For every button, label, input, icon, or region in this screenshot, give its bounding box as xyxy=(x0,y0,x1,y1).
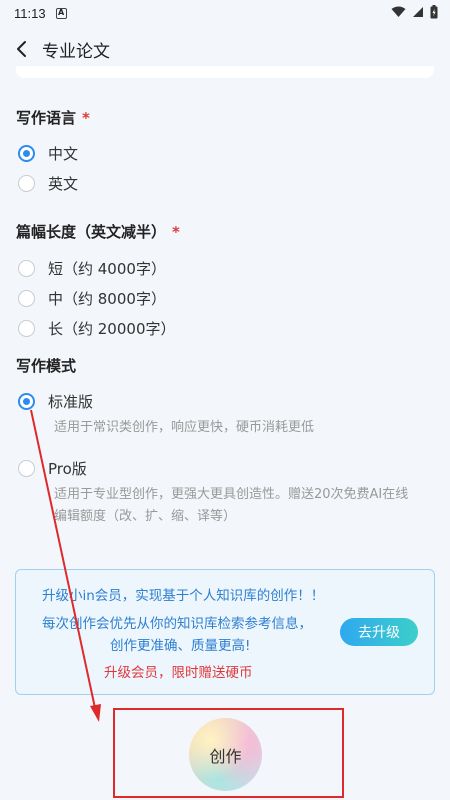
radio-label: 长（约 20000字） xyxy=(48,319,176,338)
radio-label: 中文 xyxy=(48,144,79,163)
mode-section-label: 写作模式 xyxy=(16,357,77,375)
upgrade-benefit-line1: 每次创作会优先从你的知识库检索参考信息， xyxy=(42,616,312,632)
status-time: 11:13 xyxy=(14,5,46,21)
radio-mode-pro[interactable]: Pro版 xyxy=(18,456,87,480)
radio-length-long[interactable]: 长（约 20000字） xyxy=(18,316,176,340)
radio-length-short[interactable]: 短（约 4000字） xyxy=(18,256,166,280)
required-mark: * xyxy=(82,109,90,127)
page-title: 专业论文 xyxy=(42,41,110,62)
radio-checked-icon[interactable] xyxy=(18,392,35,410)
wifi-icon xyxy=(391,6,406,17)
mode-standard-description: 适用于常识类创作，响应更快，硬币消耗更低 xyxy=(54,420,315,435)
upgrade-benefit-line2: 创作更准确、质量更高! xyxy=(110,638,251,654)
radio-checked-icon[interactable] xyxy=(18,144,35,162)
radio-language-english[interactable]: 英文 xyxy=(18,171,78,195)
radio-unchecked-icon[interactable] xyxy=(18,174,35,192)
create-button[interactable]: 创作 xyxy=(189,718,262,791)
status-bar: 11:13 A xyxy=(0,0,450,26)
radio-label: 英文 xyxy=(48,174,79,193)
radio-unchecked-icon[interactable] xyxy=(18,319,35,337)
upgrade-panel: 升级小in会员，实现基于个人知识库的创作！！ 每次创作会优先从你的知识库检索参考… xyxy=(15,569,435,695)
radio-label: Pro版 xyxy=(48,459,87,478)
mode-pro-description-line2: 编辑额度（改、扩、缩、译等） xyxy=(54,509,237,524)
radio-label: 标准版 xyxy=(48,392,94,411)
chevron-left-icon xyxy=(17,41,26,57)
app-notification-icon: A xyxy=(55,7,67,19)
mode-pro-description-line1: 适用于专业型创作，更强大更具创造性。赠送20次免费AI在线 xyxy=(54,487,409,502)
radio-label: 中（约 8000字） xyxy=(48,289,166,308)
radio-unchecked-icon[interactable] xyxy=(18,459,35,477)
radio-mode-standard[interactable]: 标准版 xyxy=(18,389,93,413)
radio-language-chinese[interactable]: 中文 xyxy=(18,141,78,165)
upgrade-headline: 升级小in会员，实现基于个人知识库的创作！！ xyxy=(42,588,325,604)
upgrade-button[interactable]: 去升级 xyxy=(340,618,418,646)
length-section-label: 篇幅长度（英文减半） * xyxy=(16,223,180,241)
battery-icon xyxy=(430,5,438,19)
signal-icon xyxy=(413,7,423,17)
upgrade-promo-text: 升级会员，限时赠送硬币 xyxy=(104,665,253,681)
radio-label: 短（约 4000字） xyxy=(48,259,166,278)
radio-length-medium[interactable]: 中（约 8000字） xyxy=(18,286,166,310)
language-section-label: 写作语言 * xyxy=(16,109,90,127)
radio-unchecked-icon[interactable] xyxy=(18,289,35,307)
required-mark: * xyxy=(172,223,180,241)
top-card-edge xyxy=(16,66,434,78)
radio-unchecked-icon[interactable] xyxy=(18,259,35,277)
